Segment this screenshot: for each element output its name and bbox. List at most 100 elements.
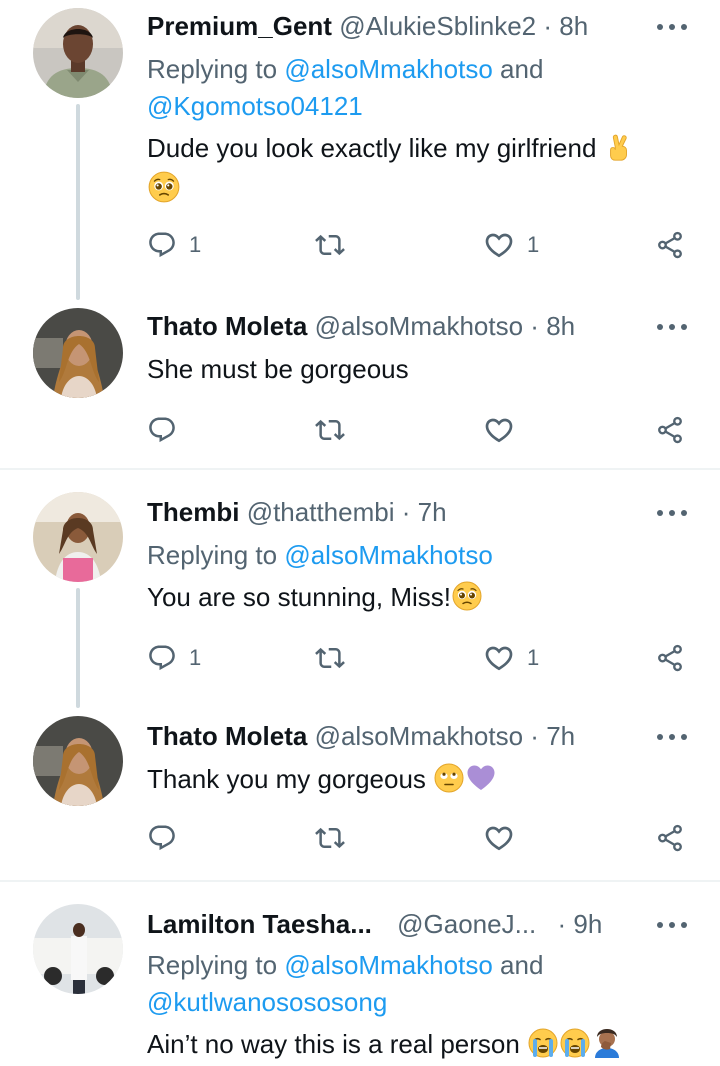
mention-link[interactable]: @alsoMmakhotso — [284, 950, 492, 980]
tweet-text: Thank you my gorgeous — [147, 761, 497, 797]
retweet-button[interactable] — [315, 413, 345, 447]
like-icon — [483, 414, 515, 446]
retweet-icon — [315, 230, 345, 260]
tweet-text-body: Thank you my gorgeous — [147, 764, 426, 794]
retweet-icon — [315, 823, 345, 853]
avatar[interactable] — [33, 308, 123, 398]
separator-dot: · — [530, 721, 539, 751]
purple-heart-emoji — [465, 762, 497, 794]
separator-dot: · — [401, 497, 411, 527]
author-name[interactable]: Premium_Gent — [147, 11, 332, 41]
timestamp[interactable]: 8h — [546, 311, 575, 341]
crossed-fingers-emoji — [604, 133, 634, 163]
reply-button[interactable] — [147, 413, 177, 447]
tweet-text: She must be gorgeous — [147, 351, 409, 387]
separator-dot: · — [543, 11, 553, 41]
tweet-text: You are so stunning, Miss! — [147, 579, 483, 615]
replying-to: Replying to @alsoMmakhotso — [147, 537, 493, 573]
retweet-button[interactable] — [315, 821, 345, 855]
share-icon — [655, 643, 685, 673]
mention-link[interactable]: @alsoMmakhotso — [284, 54, 492, 84]
share-button[interactable] — [655, 821, 685, 855]
like-button[interactable] — [483, 413, 515, 447]
tweet-actions — [0, 413, 720, 447]
author-handle[interactable]: @alsoMmakhotso — [315, 311, 523, 341]
separator-dot: · — [557, 909, 567, 939]
more-icon[interactable] — [652, 498, 692, 528]
tweet-actions: 1 1 — [0, 228, 720, 262]
tweet-3[interactable]: Thembi @thatthembi · 7h Replying to @als… — [0, 470, 720, 708]
author-name[interactable]: Lamilton Taesha... — [147, 909, 372, 939]
avatar[interactable] — [33, 904, 123, 994]
replying-to-and: and — [492, 950, 544, 980]
reply-button[interactable]: 1 — [147, 641, 201, 675]
share-button[interactable] — [655, 641, 685, 675]
author-handle[interactable]: @thatthembi — [247, 497, 395, 527]
author-name[interactable]: Thato Moleta — [147, 721, 307, 751]
reply-count: 1 — [189, 645, 202, 670]
timestamp[interactable]: 9h — [573, 909, 602, 939]
share-icon — [655, 415, 685, 445]
avatar[interactable] — [33, 492, 123, 582]
tweet-5[interactable]: Lamilton Taesha... @GaoneJ... · 9h Reply… — [0, 882, 720, 1066]
more-icon[interactable] — [652, 910, 692, 940]
more-icon[interactable] — [652, 312, 692, 342]
replying-to-and: and — [492, 54, 544, 84]
replying-to-line2: @kutlwanosososong — [147, 984, 387, 1020]
mention-link[interactable]: @Kgomotso04121 — [147, 91, 363, 121]
like-button[interactable]: 1 — [483, 641, 539, 675]
tweet-text-body: She must be gorgeous — [147, 354, 409, 384]
face-with-rolling-eyes-emoji — [433, 762, 465, 794]
tweet-2[interactable]: Thato Moleta @alsoMmakhotso · 8h She mus… — [0, 302, 720, 470]
replying-to: Replying to @alsoMmakhotso and — [147, 51, 543, 87]
timestamp[interactable]: 7h — [418, 497, 447, 527]
mention-link[interactable]: @kutlwanosososong — [147, 987, 387, 1017]
mention-link[interactable]: @alsoMmakhotso — [284, 540, 492, 570]
like-button[interactable]: 1 — [483, 228, 539, 262]
loudly-crying-face-emoji — [527, 1027, 559, 1059]
share-button[interactable] — [655, 413, 685, 447]
person-facepalming-emoji — [591, 1027, 623, 1059]
reply-button[interactable] — [147, 821, 177, 855]
retweet-button[interactable] — [315, 228, 345, 262]
replying-to-prefix: Replying to — [147, 950, 285, 980]
tweet-header: Thato Moleta @alsoMmakhotso · 7h — [147, 720, 575, 752]
like-icon — [483, 822, 515, 854]
share-button[interactable] — [655, 228, 685, 262]
more-icon[interactable] — [652, 722, 692, 752]
avatar[interactable] — [33, 716, 123, 806]
replying-to-prefix: Replying to — [147, 540, 285, 570]
tweet-header: Thato Moleta @alsoMmakhotso · 8h — [147, 310, 575, 342]
separator-dot: · — [530, 311, 539, 341]
tweet-1[interactable]: Premium_Gent @AlukieSblinke2 · 8h Replyi… — [0, 0, 720, 302]
pleading-face-emoji — [451, 580, 483, 612]
tweet-text-body: You are so stunning, Miss! — [147, 582, 451, 612]
replying-to: Replying to @alsoMmakhotso and — [147, 947, 543, 983]
author-handle[interactable]: @GaoneJ... — [397, 909, 536, 939]
tweet-header: Lamilton Taesha... @GaoneJ... · 9h — [147, 908, 617, 940]
tweet-text: Dude you look exactly like my girlfriend — [147, 130, 634, 166]
thread-line — [76, 104, 80, 300]
reply-icon — [147, 643, 177, 673]
author-handle[interactable]: @AlukieSblinke2 — [339, 11, 536, 41]
timestamp[interactable]: 7h — [546, 721, 575, 751]
author-name[interactable]: Thato Moleta — [147, 311, 307, 341]
avatar[interactable] — [33, 8, 123, 98]
like-count: 1 — [527, 645, 540, 670]
author-name[interactable]: Thembi — [147, 497, 239, 527]
tweet-actions — [0, 821, 720, 855]
tweet-4[interactable]: Thato Moleta @alsoMmakhotso · 7h Thank y… — [0, 708, 720, 882]
tweet-text-line2 — [147, 170, 181, 207]
tweet-header: Premium_Gent @AlukieSblinke2 · 8h — [147, 10, 588, 42]
author-handle[interactable]: @alsoMmakhotso — [315, 721, 523, 751]
reply-icon — [147, 823, 177, 853]
timestamp[interactable]: 8h — [559, 11, 588, 41]
replying-to-line2: @Kgomotso04121 — [147, 88, 363, 124]
like-button[interactable] — [483, 821, 515, 855]
reply-icon — [147, 415, 177, 445]
reply-button[interactable]: 1 — [147, 228, 201, 262]
tweet-text: Ain’t no way this is a real person — [147, 1026, 623, 1062]
retweet-button[interactable] — [315, 641, 345, 675]
more-icon[interactable] — [652, 12, 692, 42]
tweet-text-body: Ain’t no way this is a real person — [147, 1029, 520, 1059]
